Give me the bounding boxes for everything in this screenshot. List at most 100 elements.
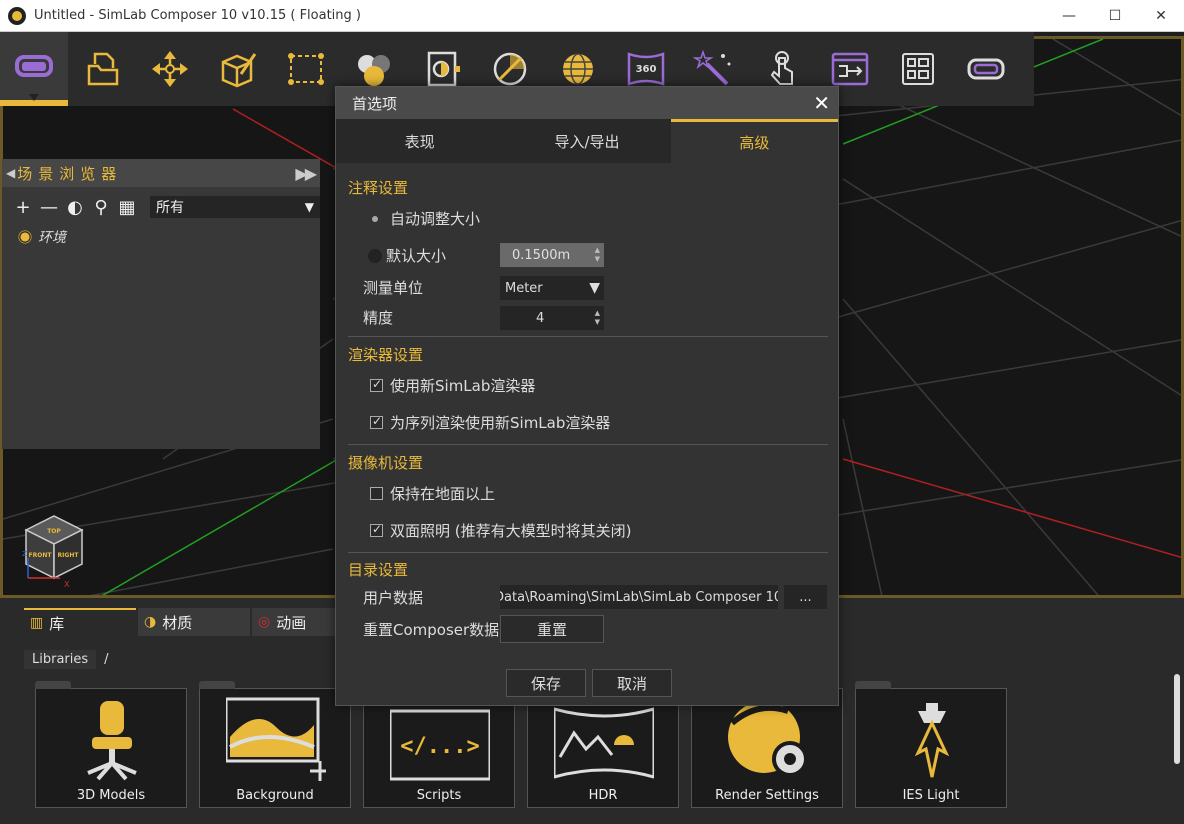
cube-right-label: RIGHT: [58, 552, 80, 559]
tab-materials-label: 材质: [162, 613, 193, 632]
isolate-icon[interactable]: ◐: [66, 197, 84, 218]
divider: [348, 336, 828, 337]
ies-light-icon: [914, 703, 950, 778]
library-tile-3d-models[interactable]: 3D Models: [35, 681, 187, 808]
box-edit-tool[interactable]: [204, 32, 272, 106]
magic-wand-icon: [693, 49, 731, 86]
unit-label: 测量单位: [363, 279, 424, 297]
default-size-value: 0.1500m: [512, 247, 571, 263]
breadcrumb-libraries[interactable]: Libraries: [24, 650, 97, 669]
two-side-lighting-checkbox[interactable]: 双面照明 (推荐有大模型时将其关闭): [370, 520, 631, 541]
use-new-renderer-checkbox[interactable]: 使用新SimLab渲染器: [370, 375, 535, 396]
library-tile-render-settings[interactable]: Render Settings: [691, 681, 843, 808]
vr-viewer-tool[interactable]: [952, 32, 1020, 106]
remove-node-button[interactable]: —: [40, 197, 58, 218]
checkbox-checked-icon: [370, 522, 383, 537]
box-edit-icon: [221, 53, 257, 88]
camera-heading: 摄像机设置: [348, 454, 424, 472]
tile-label: IES Light: [902, 788, 960, 803]
scene-files-tool[interactable]: [68, 32, 136, 106]
scene-filter-select[interactable]: 所有 ▼: [150, 196, 320, 218]
vr-headset-tool[interactable]: [0, 32, 68, 106]
keep-above-ground-label: 保持在地面以上: [390, 485, 496, 503]
precision-value: 4: [536, 310, 545, 326]
animation-icon: ◎: [258, 614, 271, 630]
tab-appearance[interactable]: 表现: [336, 119, 504, 163]
cube-front-label: FRONT: [29, 552, 53, 559]
reset-button[interactable]: 重置: [500, 615, 604, 643]
checkbox-checked-icon: [370, 414, 383, 429]
precision-stepper[interactable]: 4 ▲ ▼: [500, 306, 604, 330]
tab-advanced[interactable]: 高级: [670, 119, 838, 163]
cube-top-label: TOP: [47, 528, 61, 535]
chevron-down-icon: ▼: [304, 200, 314, 214]
library-tile-hdr[interactable]: HDR: [527, 681, 679, 808]
move-icon: [152, 51, 188, 87]
spinner-icon[interactable]: ▲ ▼: [595, 309, 600, 327]
move-tool[interactable]: [136, 32, 204, 106]
use-new-renderer-sequence-checkbox[interactable]: 为序列渲染使用新SimLab渲染器: [370, 412, 610, 433]
tile-label: 3D Models: [76, 788, 146, 803]
maximize-button[interactable]: ☐: [1092, 0, 1138, 31]
render-settings-icon: [728, 701, 808, 777]
scene-item-label: 环境: [38, 230, 66, 246]
tile-label: Scripts: [416, 788, 462, 803]
auto-size-radio[interactable]: 自动调整大小: [372, 208, 480, 229]
spinner-icon[interactable]: ▲ ▼: [595, 246, 600, 264]
tab-import-export[interactable]: 导入/导出: [503, 119, 671, 163]
scene-tree-item-environment[interactable]: 环境: [18, 227, 320, 247]
vr-viewer-icon: [967, 58, 1005, 80]
save-button[interactable]: 保存: [506, 669, 586, 697]
collapse-left-icon[interactable]: ◀: [6, 166, 15, 180]
tab-library[interactable]: ▥ 库: [24, 608, 136, 636]
keep-above-ground-checkbox[interactable]: 保持在地面以上: [370, 483, 495, 504]
breadcrumb: Libraries /: [24, 650, 109, 669]
scene-browser-panel: ◀ 场景浏览器 ▶▶ + — ◐ ⚲ ▦ 所有 ▼ 环境: [2, 159, 320, 449]
default-size-input[interactable]: 0.1500m ▲ ▼: [500, 243, 604, 267]
checkbox-unchecked-icon: [370, 487, 383, 500]
add-node-button[interactable]: +: [14, 197, 32, 218]
tab-materials[interactable]: ◑ 材质: [138, 608, 250, 636]
minimize-button[interactable]: —: [1046, 0, 1092, 31]
default-size-label: 默认大小: [386, 247, 447, 265]
close-icon[interactable]: ✕: [813, 91, 830, 115]
panorama-image-icon: [554, 707, 654, 779]
scene-browser-title: 场景浏览器: [17, 164, 123, 183]
reset-data-label: 重置Composer数据: [363, 621, 500, 639]
render-icon: [427, 51, 460, 87]
navigation-cube[interactable]: TOP FRONT RIGHT X Z: [20, 508, 90, 590]
layout-tool[interactable]: [884, 32, 952, 106]
user-data-label: 用户数据: [363, 589, 424, 607]
materials-icon: [358, 55, 390, 86]
library-tile-scripts[interactable]: </...> Scripts: [363, 681, 515, 808]
unit-select[interactable]: Meter ▼: [500, 276, 604, 300]
group-icon[interactable]: ▦: [118, 197, 136, 218]
browse-button[interactable]: ...: [784, 585, 827, 609]
simlab-logo-icon: [8, 6, 26, 25]
dialog-title-bar: 首选项 ✕: [336, 87, 838, 119]
panorama-360-icon: 360: [627, 52, 665, 86]
touch-icon: [770, 51, 793, 85]
title-bar: Untitled - SimLab Composer 10 v10.15 ( F…: [0, 0, 1184, 32]
search-icon[interactable]: ⚲: [92, 197, 110, 218]
user-data-path-input[interactable]: Data\Roaming\SimLab\SimLab Composer 10: [500, 585, 778, 609]
axis-x-label: X: [64, 580, 70, 589]
directory-heading: 目录设置: [348, 561, 409, 579]
library-tile-ies-light[interactable]: IES Light: [855, 681, 1007, 808]
close-window-button[interactable]: ✕: [1138, 0, 1184, 31]
library-scrollbar[interactable]: [1174, 674, 1180, 764]
default-size-radio[interactable]: 默认大小: [368, 245, 446, 266]
auto-size-label: 自动调整大小: [390, 210, 481, 228]
expand-right-icon[interactable]: ▶▶: [295, 164, 317, 183]
scene-browser-header: ◀ 场景浏览器 ▶▶: [2, 159, 320, 187]
books-icon: ▥: [30, 615, 44, 631]
selection-box-tool[interactable]: [272, 32, 340, 106]
background-image-icon: [226, 697, 326, 781]
library-tile-background[interactable]: Background: [199, 681, 351, 808]
vr-headset-icon: [15, 55, 53, 77]
cancel-button[interactable]: 取消: [592, 669, 672, 697]
radio-unselected-icon: [368, 248, 382, 263]
no-render-icon: [493, 52, 527, 86]
sun-icon: [20, 232, 30, 242]
tab-library-label: 库: [49, 614, 65, 633]
